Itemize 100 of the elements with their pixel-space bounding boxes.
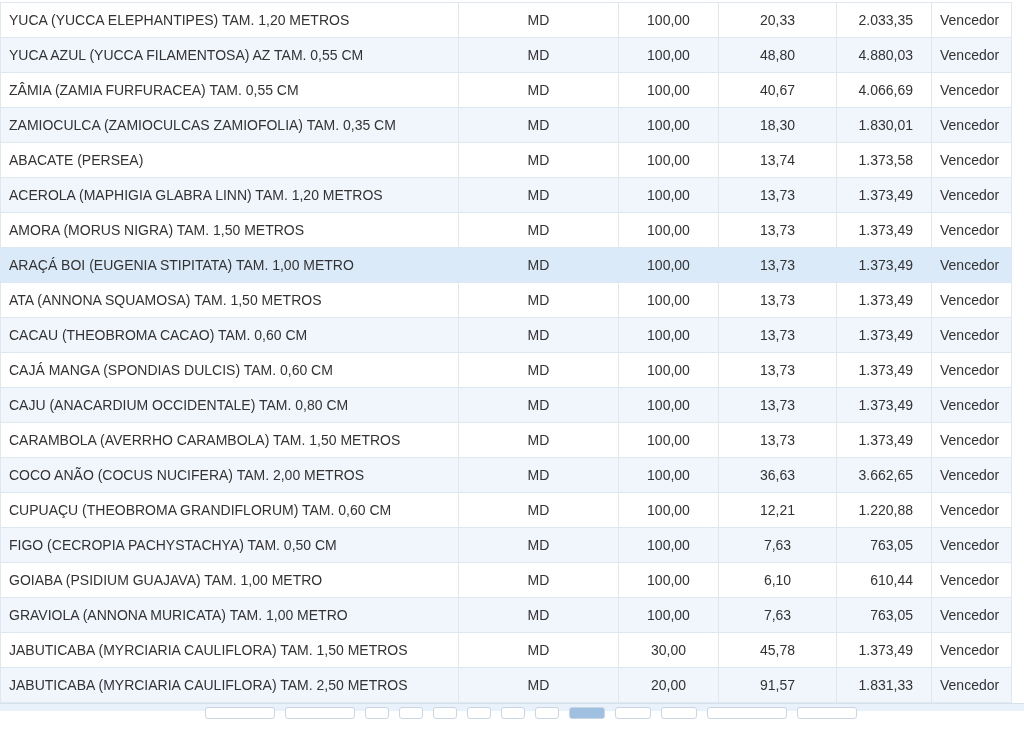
- table-row[interactable]: ABACATE (PERSEA) MD 100,00 13,74 1.373,58 Vencedor: [0, 142, 1012, 178]
- table-row[interactable]: JABUTICABA (MYRCIARIA CAULIFLORA) TAM. 2,50 METROS MD 20,00 91,57 1.831,33 Vencedor: [0, 667, 1012, 703]
- table-cell: 100,00: [618, 422, 719, 458]
- table-cell: 91,57: [718, 667, 837, 703]
- table-cell: FIGO (CECROPIA PACHYSTACHYA) TAM. 0,50 CM: [0, 527, 459, 563]
- page-button[interactable]: [205, 707, 275, 719]
- table-row[interactable]: ZÂMIA (ZAMIA FURFURACEA) TAM. 0,55 CM MD 100,00 40,67 4.066,69 Vencedor: [0, 72, 1012, 108]
- page-button[interactable]: [285, 707, 355, 719]
- selected-row[interactable]: ARAÇÁ BOI (EUGENIA STIPITATA) TAM. 1,00 METRO MD 100,00 13,73 1.373,49 Vencedor: [0, 247, 1012, 283]
- table-cell: 40,67: [718, 72, 837, 108]
- table-row[interactable]: CACAU (THEOBROMA CACAO) TAM. 0,60 CM MD 100,00 13,73 1.373,49 Vencedor: [0, 317, 1012, 353]
- table-cell: MD: [458, 562, 619, 598]
- table-row[interactable]: GOIABA (PSIDIUM GUAJAVA) TAM. 1,00 METRO MD 100,00 6,10 610,44 Vencedor: [0, 562, 1012, 598]
- table-cell: 30,00: [618, 632, 719, 668]
- table-row[interactable]: CAJÁ MANGA (SPONDIAS DULCIS) TAM. 0,60 CM MD 100,00 13,73 1.373,49 Vencedor: [0, 352, 1012, 388]
- table-cell: 3.662,65: [836, 457, 932, 493]
- table-row[interactable]: JABUTICABA (MYRCIARIA CAULIFLORA) TAM. 1,50 METROS MD 30,00 45,78 1.373,49 Vencedor: [0, 632, 1012, 668]
- page-button[interactable]: [535, 707, 559, 719]
- page-button[interactable]: [707, 707, 787, 719]
- table-cell: 48,80: [718, 37, 837, 73]
- table-cell: 100,00: [618, 177, 719, 213]
- table-row[interactable]: COCO ANÃO (COCUS NUCIFERA) TAM. 2,00 METROS MD 100,00 36,63 3.662,65 Vencedor: [0, 457, 1012, 493]
- page-button[interactable]: [501, 707, 525, 719]
- table-row[interactable]: FIGO (CECROPIA PACHYSTACHYA) TAM. 0,50 CM MD 100,00 7,63 763,05 Vencedor: [0, 527, 1012, 563]
- table-cell: ZÂMIA (ZAMIA FURFURACEA) TAM. 0,55 CM: [0, 72, 459, 108]
- table-cell: 1.373,49: [836, 317, 932, 353]
- table-cell: 13,73: [718, 247, 837, 283]
- table-cell: 6,10: [718, 562, 837, 598]
- table-cell: 100,00: [618, 527, 719, 563]
- table-row[interactable]: GRAVIOLA (ANNONA MURICATA) TAM. 1,00 METRO MD 100,00 7,63 763,05 Vencedor: [0, 597, 1012, 633]
- table-row[interactable]: CUPUAÇU (THEOBROMA GRANDIFLORUM) TAM. 0,60 CM MD 100,00 12,21 1.220,88 Vencedor: [0, 492, 1012, 528]
- page-button[interactable]: [399, 707, 423, 719]
- table-cell: Vencedor: [931, 177, 1012, 213]
- table-cell: 1.373,49: [836, 282, 932, 318]
- table-row[interactable]: ATA (ANNONA SQUAMOSA) TAM. 1,50 METROS MD 100,00 13,73 1.373,49 Vencedor: [0, 282, 1012, 318]
- table-cell: 763,05: [836, 597, 932, 633]
- table-cell: 7,63: [718, 597, 837, 633]
- table-cell: MD: [458, 72, 619, 108]
- table-row[interactable]: CAJU (ANACARDIUM OCCIDENTALE) TAM. 0,80 CM MD 100,00 13,73 1.373,49 Vencedor: [0, 387, 1012, 423]
- page-button[interactable]: [797, 707, 857, 719]
- table-cell: MD: [458, 317, 619, 353]
- table-cell: 1.373,49: [836, 247, 932, 283]
- page-button[interactable]: [467, 707, 491, 719]
- table-cell: MD: [458, 597, 619, 633]
- page-button[interactable]: [365, 707, 389, 719]
- table-cell: GOIABA (PSIDIUM GUAJAVA) TAM. 1,00 METRO: [0, 562, 459, 598]
- table-cell: ATA (ANNONA SQUAMOSA) TAM. 1,50 METROS: [0, 282, 459, 318]
- table-cell: 13,74: [718, 142, 837, 178]
- table-cell: MD: [458, 177, 619, 213]
- table-cell: Vencedor: [931, 282, 1012, 318]
- table-cell: 1.373,49: [836, 387, 932, 423]
- table-cell: CUPUAÇU (THEOBROMA GRANDIFLORUM) TAM. 0,60 CM: [0, 492, 459, 528]
- table-cell: 1.373,49: [836, 212, 932, 248]
- table-cell: 13,73: [718, 177, 837, 213]
- table-row[interactable]: ACEROLA (MAPHIGIA GLABRA LINN) TAM. 1,20 METROS MD 100,00 13,73 1.373,49 Vencedor: [0, 177, 1012, 213]
- table-cell: Vencedor: [931, 562, 1012, 598]
- table-cell: 13,73: [718, 212, 837, 248]
- table-cell: 13,73: [718, 387, 837, 423]
- table-cell: JABUTICABA (MYRCIARIA CAULIFLORA) TAM. 1,50 METROS: [0, 632, 459, 668]
- table-cell: 7,63: [718, 527, 837, 563]
- table-cell: MD: [458, 142, 619, 178]
- table-cell: 18,30: [718, 107, 837, 143]
- table-cell: CAJÁ MANGA (SPONDIAS DULCIS) TAM. 0,60 CM: [0, 352, 459, 388]
- table-cell: Vencedor: [931, 597, 1012, 633]
- page-button[interactable]: [661, 707, 697, 719]
- table-row[interactable]: CARAMBOLA (AVERRHO CARAMBOLA) TAM. 1,50 METROS MD 100,00 13,73 1.373,49 Vencedor: [0, 422, 1012, 458]
- table-cell: 100,00: [618, 247, 719, 283]
- table-cell: Vencedor: [931, 37, 1012, 73]
- table-cell: 1.373,49: [836, 632, 932, 668]
- table-row[interactable]: ZAMIOCULCA (ZAMIOCULCAS ZAMIOFOLIA) TAM. 0,35 CM MD 100,00 18,30 1.830,01 Vencedor: [0, 107, 1012, 143]
- table-cell: Vencedor: [931, 667, 1012, 703]
- table-cell: Vencedor: [931, 2, 1012, 38]
- table-cell: CARAMBOLA (AVERRHO CARAMBOLA) TAM. 1,50 METROS: [0, 422, 459, 458]
- table-cell: 13,73: [718, 282, 837, 318]
- table-cell: 1.373,49: [836, 422, 932, 458]
- table-cell: 1.831,33: [836, 667, 932, 703]
- table-cell: 4.880,03: [836, 37, 932, 73]
- table-cell: 100,00: [618, 212, 719, 248]
- page-button[interactable]: [615, 707, 651, 719]
- table-cell: Vencedor: [931, 247, 1012, 283]
- table-cell: Vencedor: [931, 387, 1012, 423]
- table-cell: MD: [458, 527, 619, 563]
- page-button[interactable]: [569, 707, 605, 719]
- table-cell: Vencedor: [931, 457, 1012, 493]
- table-cell: MD: [458, 282, 619, 318]
- table-cell: Vencedor: [931, 527, 1012, 563]
- table-cell: 100,00: [618, 562, 719, 598]
- table-cell: 100,00: [618, 37, 719, 73]
- table-cell: MD: [458, 352, 619, 388]
- table-cell: YUCA AZUL (YUCCA FILAMENTOSA) AZ TAM. 0,55 CM: [0, 37, 459, 73]
- table-row[interactable]: YUCA AZUL (YUCCA FILAMENTOSA) AZ TAM. 0,55 CM MD 100,00 48,80 4.880,03 Vencedor: [0, 37, 1012, 73]
- table-cell: GRAVIOLA (ANNONA MURICATA) TAM. 1,00 METRO: [0, 597, 459, 633]
- table-cell: 1.830,01: [836, 107, 932, 143]
- table-row[interactable]: YUCA (YUCCA ELEPHANTIPES) TAM. 1,20 METROS MD 100,00 20,33 2.033,35 Vencedor: [0, 2, 1012, 38]
- table-cell: 1.373,49: [836, 177, 932, 213]
- table-cell: 12,21: [718, 492, 837, 528]
- table-cell: COCO ANÃO (COCUS NUCIFERA) TAM. 2,00 METROS: [0, 457, 459, 493]
- table-cell: CAJU (ANACARDIUM OCCIDENTALE) TAM. 0,80 CM: [0, 387, 459, 423]
- page-button[interactable]: [433, 707, 457, 719]
- table-row[interactable]: AMORA (MORUS NIGRA) TAM. 1,50 METROS MD 100,00 13,73 1.373,49 Vencedor: [0, 212, 1012, 248]
